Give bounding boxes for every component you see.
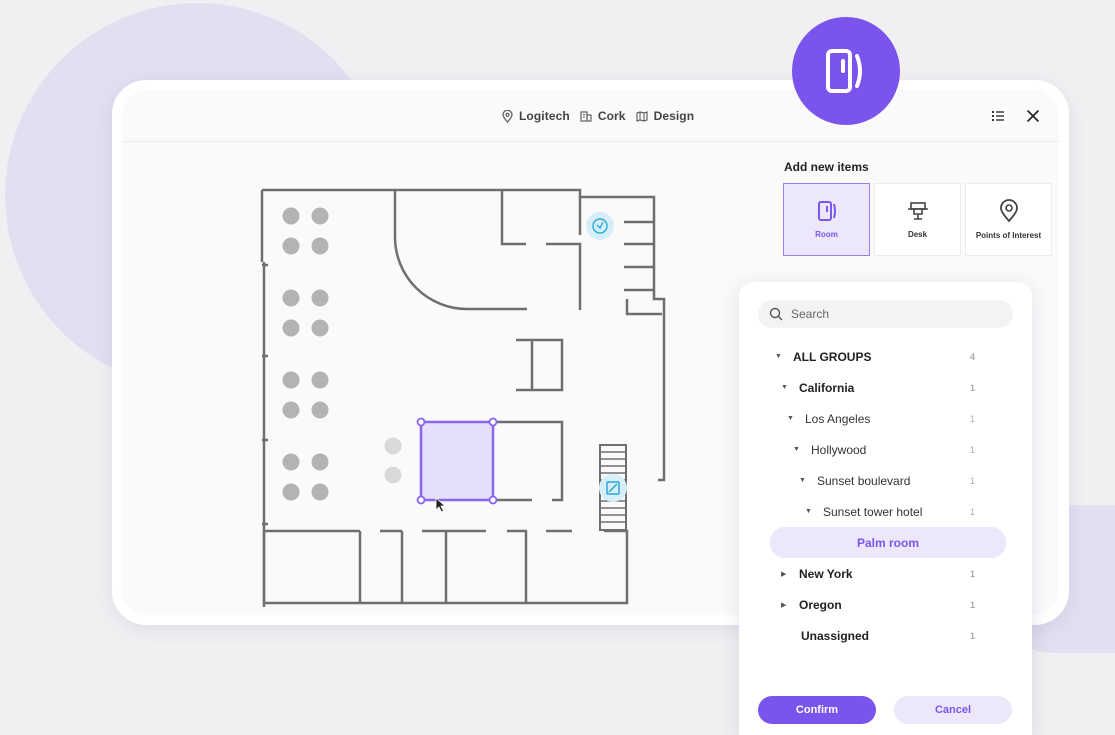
tree-item-count: 1 xyxy=(970,568,976,579)
tree-item-unassigned[interactable]: Unassigned 1 xyxy=(801,620,975,651)
add-desk-tile[interactable]: Desk xyxy=(874,183,961,256)
tree-item-count: 1 xyxy=(970,475,976,486)
add-room-label: Room xyxy=(815,230,838,239)
tree-item-count: 1 xyxy=(970,444,976,455)
desk-marker[interactable] xyxy=(384,466,402,484)
desk-marker[interactable] xyxy=(282,401,300,419)
search-box[interactable] xyxy=(758,300,1013,328)
desk-marker[interactable] xyxy=(282,483,300,501)
caret-right-icon[interactable]: ▶ xyxy=(781,570,790,578)
location-pin-icon xyxy=(999,199,1018,223)
desk-marker[interactable] xyxy=(311,319,329,337)
caret-down-icon[interactable]: ▼ xyxy=(781,384,790,391)
wc-poi-marker[interactable] xyxy=(586,212,614,240)
tree-item-sunset-boulevard[interactable]: ▼ Sunset boulevard 1 xyxy=(799,465,975,496)
add-room-tile[interactable]: Room xyxy=(783,183,870,256)
desk-marker[interactable] xyxy=(282,207,300,225)
tree-item-hollywood[interactable]: ▼ Hollywood 1 xyxy=(793,434,975,465)
location-pin-icon xyxy=(502,109,513,123)
room-icon xyxy=(826,49,862,93)
caret-down-icon[interactable]: ▼ xyxy=(793,446,802,453)
tree-item-oregon[interactable]: ▶ Oregon 1 xyxy=(781,589,975,620)
desk-marker[interactable] xyxy=(311,237,329,255)
tree-item-label: California xyxy=(799,380,855,395)
tree-item-label: ALL GROUPS xyxy=(793,349,872,364)
list-view-button[interactable] xyxy=(989,107,1007,125)
top-bar: Logitech Cork Design xyxy=(122,90,1059,142)
map-icon xyxy=(636,110,648,122)
tree-item-new-york[interactable]: ▶ New York 1 xyxy=(781,558,975,589)
add-items-tiles: Room Desk Points of Interest xyxy=(783,183,1056,256)
resize-handle[interactable] xyxy=(416,495,426,505)
caret-down-icon[interactable]: ▼ xyxy=(775,353,784,360)
tree-item-california[interactable]: ▼ California 1 xyxy=(781,372,975,403)
tree-item-count: 4 xyxy=(970,351,976,362)
desk-marker[interactable] xyxy=(282,371,300,389)
breadcrumb: Logitech Cork Design xyxy=(502,109,704,123)
desk-icon xyxy=(907,202,928,220)
close-button[interactable] xyxy=(1024,107,1042,125)
confirm-button[interactable]: Confirm xyxy=(758,696,876,724)
desk-marker[interactable] xyxy=(282,453,300,471)
tree-item-label: Los Angeles xyxy=(805,411,871,426)
search-icon xyxy=(769,307,783,321)
breadcrumb-building[interactable]: Cork xyxy=(580,109,626,123)
breadcrumb-location-label: Logitech xyxy=(519,109,570,123)
selected-room[interactable] xyxy=(416,417,498,505)
caret-right-icon[interactable]: ▶ xyxy=(781,601,790,609)
cancel-button[interactable]: Cancel xyxy=(894,696,1012,724)
breadcrumb-building-label: Cork xyxy=(597,109,626,123)
resize-handle[interactable] xyxy=(488,417,498,427)
tree-item-all-groups[interactable]: ▼ ALL GROUPS 4 xyxy=(775,341,975,372)
breadcrumb-location[interactable]: Logitech xyxy=(502,109,570,123)
resize-handle[interactable] xyxy=(416,417,426,427)
desk-marker[interactable] xyxy=(311,483,329,501)
floor-plan[interactable] xyxy=(132,142,772,607)
close-icon xyxy=(1027,110,1039,122)
desk-marker[interactable] xyxy=(311,401,329,419)
stairs-poi-marker[interactable] xyxy=(599,474,627,502)
tree-item-label: Oregon xyxy=(799,597,842,612)
add-poi-label: Points of Interest xyxy=(975,231,1042,240)
tree-item-palm-room[interactable]: Palm room xyxy=(770,527,1006,558)
desk-marker[interactable] xyxy=(311,453,329,471)
search-input[interactable] xyxy=(791,307,991,321)
breadcrumb-floor[interactable]: Design xyxy=(636,109,695,123)
desk-marker[interactable] xyxy=(311,371,329,389)
group-selector-panel: ▼ ALL GROUPS 4 ▼ California 1 ▼ Los Ange… xyxy=(739,282,1032,735)
desk-markers xyxy=(282,207,402,501)
add-poi-tile[interactable]: Points of Interest xyxy=(965,183,1052,256)
caret-down-icon[interactable]: ▼ xyxy=(805,508,814,515)
tree-item-count: 1 xyxy=(970,413,976,424)
tree-item-sunset-tower-hotel[interactable]: ▼ Sunset tower hotel 1 xyxy=(805,496,975,527)
tree-item-los-angeles[interactable]: ▼ Los Angeles 1 xyxy=(787,403,975,434)
building-icon xyxy=(580,110,592,122)
tree-item-count: 1 xyxy=(970,382,976,393)
desk-marker[interactable] xyxy=(282,319,300,337)
tree-item-label: Sunset tower hotel xyxy=(823,504,923,519)
resize-handle[interactable] xyxy=(488,495,498,505)
tree-item-count: 1 xyxy=(970,630,976,641)
caret-down-icon[interactable]: ▼ xyxy=(799,477,808,484)
list-icon xyxy=(992,111,1004,121)
tree-item-count: 1 xyxy=(970,599,976,610)
desk-marker[interactable] xyxy=(384,437,402,455)
tree-item-label: Unassigned xyxy=(801,628,870,643)
add-items-heading: Add new items xyxy=(784,160,869,174)
room-icon xyxy=(817,201,836,221)
tree-item-count: 1 xyxy=(970,506,976,517)
tree-item-label: Palm room xyxy=(856,535,919,550)
desk-marker[interactable] xyxy=(282,289,300,307)
desk-marker[interactable] xyxy=(311,207,329,225)
room-badge xyxy=(792,17,900,125)
caret-down-icon[interactable]: ▼ xyxy=(787,415,796,422)
breadcrumb-floor-label: Design xyxy=(653,109,695,123)
tree-item-label: Hollywood xyxy=(811,442,867,457)
desk-marker[interactable] xyxy=(311,289,329,307)
tree-item-label: New York xyxy=(799,566,853,581)
add-desk-label: Desk xyxy=(907,230,928,239)
desk-marker[interactable] xyxy=(282,237,300,255)
tree-item-label: Sunset boulevard xyxy=(817,473,911,488)
